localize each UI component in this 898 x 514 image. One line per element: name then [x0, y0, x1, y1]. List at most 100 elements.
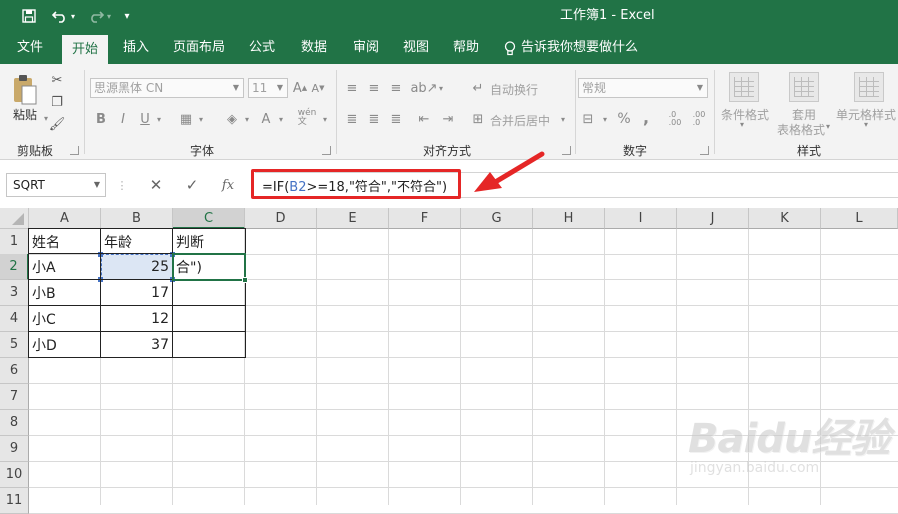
underline-dropdown-icon[interactable]: ▾: [154, 110, 164, 128]
row-header-7[interactable]: 7: [0, 384, 29, 410]
row-header-3[interactable]: 3: [0, 280, 29, 306]
font-color-dropdown-icon[interactable]: ▾: [276, 110, 286, 128]
cell-b4[interactable]: 12: [101, 306, 172, 331]
tab-view[interactable]: 视图: [394, 32, 438, 64]
cell-styles-icon[interactable]: [854, 72, 884, 102]
align-middle-icon[interactable]: ≡: [366, 80, 382, 96]
row-header-6[interactable]: 6: [0, 358, 29, 384]
font-size-select[interactable]: 11 ▼: [248, 78, 288, 98]
currency-dropdown-icon[interactable]: ▾: [600, 110, 610, 128]
column-header-d[interactable]: D: [245, 208, 317, 229]
decrease-indent-icon[interactable]: ⇤: [416, 110, 432, 128]
cell-c1[interactable]: 判断: [173, 229, 244, 254]
paste-label[interactable]: 粘贴: [8, 106, 42, 123]
column-header-h[interactable]: H: [533, 208, 605, 229]
row-header-9[interactable]: 9: [0, 436, 29, 462]
tab-page-layout[interactable]: 页面布局: [166, 32, 232, 64]
row-header-4[interactable]: 4: [0, 306, 29, 332]
cell-a2[interactable]: 小A: [29, 254, 100, 279]
alignment-launcher-icon[interactable]: [562, 146, 571, 155]
column-header-g[interactable]: G: [461, 208, 533, 229]
column-header-f[interactable]: F: [389, 208, 461, 229]
column-header-e[interactable]: E: [317, 208, 389, 229]
align-right-icon[interactable]: ≣: [388, 110, 404, 128]
tab-formulas[interactable]: 公式: [240, 32, 284, 64]
paste-icon[interactable]: [10, 72, 40, 108]
row-header-8[interactable]: 8: [0, 410, 29, 436]
cell-b2[interactable]: 25: [101, 254, 172, 279]
tab-file[interactable]: 文件: [8, 32, 52, 64]
redo-icon[interactable]: ▾: [84, 5, 114, 27]
row-header-1[interactable]: 1: [0, 229, 29, 255]
fill-handle[interactable]: [242, 277, 248, 283]
undo-icon[interactable]: ▾: [48, 5, 78, 27]
phonetic-dropdown-icon[interactable]: ▾: [320, 110, 330, 128]
column-header-c[interactable]: C: [173, 208, 245, 229]
cell-b5[interactable]: 37: [101, 332, 172, 357]
orientation-dropdown-icon[interactable]: ▾: [436, 80, 446, 96]
borders-icon[interactable]: ▦: [176, 110, 196, 128]
clipboard-launcher-icon[interactable]: [70, 146, 79, 155]
column-header-b[interactable]: B: [101, 208, 173, 229]
column-header-k[interactable]: K: [749, 208, 821, 229]
align-top-icon[interactable]: ≡: [344, 80, 360, 96]
merge-dropdown-icon[interactable]: ▾: [558, 110, 568, 128]
format-as-table-icon[interactable]: [789, 72, 819, 102]
cell-b1[interactable]: 年龄: [101, 229, 172, 254]
comma-button[interactable]: ,: [638, 108, 654, 127]
cut-icon[interactable]: ✂: [48, 72, 66, 88]
cancel-button[interactable]: ✕: [144, 173, 168, 197]
save-icon[interactable]: [18, 5, 40, 27]
increase-indent-icon[interactable]: ⇥: [440, 110, 456, 128]
row-header-2[interactable]: 2: [0, 254, 29, 280]
conditional-dropdown-icon[interactable]: ▾: [740, 120, 744, 129]
select-all-corner[interactable]: [0, 208, 29, 229]
underline-button[interactable]: U: [138, 110, 152, 128]
cell-a1[interactable]: 姓名: [29, 229, 100, 254]
active-cell-c2[interactable]: [172, 253, 246, 281]
wrap-text-icon[interactable]: ↵: [470, 80, 486, 96]
column-header-a[interactable]: A: [29, 208, 101, 229]
cell-a5[interactable]: 小D: [29, 332, 100, 357]
tab-review[interactable]: 审阅: [344, 32, 388, 64]
decrease-decimal-icon[interactable]: .00.0: [688, 110, 710, 128]
phonetic-icon[interactable]: wén 文: [298, 108, 317, 128]
customize-icon[interactable]: ▾: [120, 5, 134, 27]
number-launcher-icon[interactable]: [700, 146, 709, 155]
conditional-formatting-button[interactable]: 条件格式: [716, 106, 774, 123]
font-launcher-icon[interactable]: [322, 146, 331, 155]
tab-insert[interactable]: 插入: [114, 32, 158, 64]
conditional-formatting-icon[interactable]: [729, 72, 759, 102]
row-header-10[interactable]: 10: [0, 462, 29, 488]
align-bottom-icon[interactable]: ≡: [388, 80, 404, 96]
merge-center-button[interactable]: 合并后居中: [490, 112, 550, 129]
fill-dropdown-icon[interactable]: ▾: [242, 110, 252, 128]
wrap-text-button[interactable]: 自动换行: [490, 81, 538, 98]
tell-me-box[interactable]: 告诉我你想要做什么: [504, 32, 638, 64]
merge-center-icon[interactable]: ⊞: [470, 110, 486, 128]
format-table-dropdown-icon[interactable]: ▾: [826, 122, 830, 131]
name-box[interactable]: SQRT ▼: [6, 173, 106, 197]
insert-function-button[interactable]: fx: [216, 173, 240, 197]
orientation-icon[interactable]: ab↗: [410, 80, 437, 96]
row-header-11[interactable]: 11: [0, 488, 29, 514]
currency-icon[interactable]: ⊟: [580, 110, 596, 128]
font-color-icon[interactable]: A: [258, 110, 274, 128]
format-as-table-line2[interactable]: 表格格式: [770, 121, 832, 138]
column-header-l[interactable]: L: [821, 208, 898, 229]
cell-a4[interactable]: 小C: [29, 306, 100, 331]
decrease-font-icon[interactable]: A ▼: [310, 78, 326, 98]
cell-a3[interactable]: 小B: [29, 280, 100, 305]
cell-styles-dropdown-icon[interactable]: ▾: [864, 120, 868, 129]
fill-color-icon[interactable]: ◈: [222, 110, 242, 128]
cell-b3[interactable]: 17: [101, 280, 172, 305]
increase-decimal-icon[interactable]: .0.00: [664, 110, 686, 128]
column-header-i[interactable]: I: [605, 208, 677, 229]
format-painter-icon[interactable]: 🖌: [48, 116, 66, 132]
number-format-select[interactable]: 常规 ▼: [578, 78, 708, 98]
borders-dropdown-icon[interactable]: ▾: [196, 110, 206, 128]
font-name-select[interactable]: 思源黑体 CN ▼: [90, 78, 244, 98]
bold-button[interactable]: B: [94, 110, 108, 128]
italic-button[interactable]: I: [116, 110, 130, 128]
tab-data[interactable]: 数据: [292, 32, 336, 64]
